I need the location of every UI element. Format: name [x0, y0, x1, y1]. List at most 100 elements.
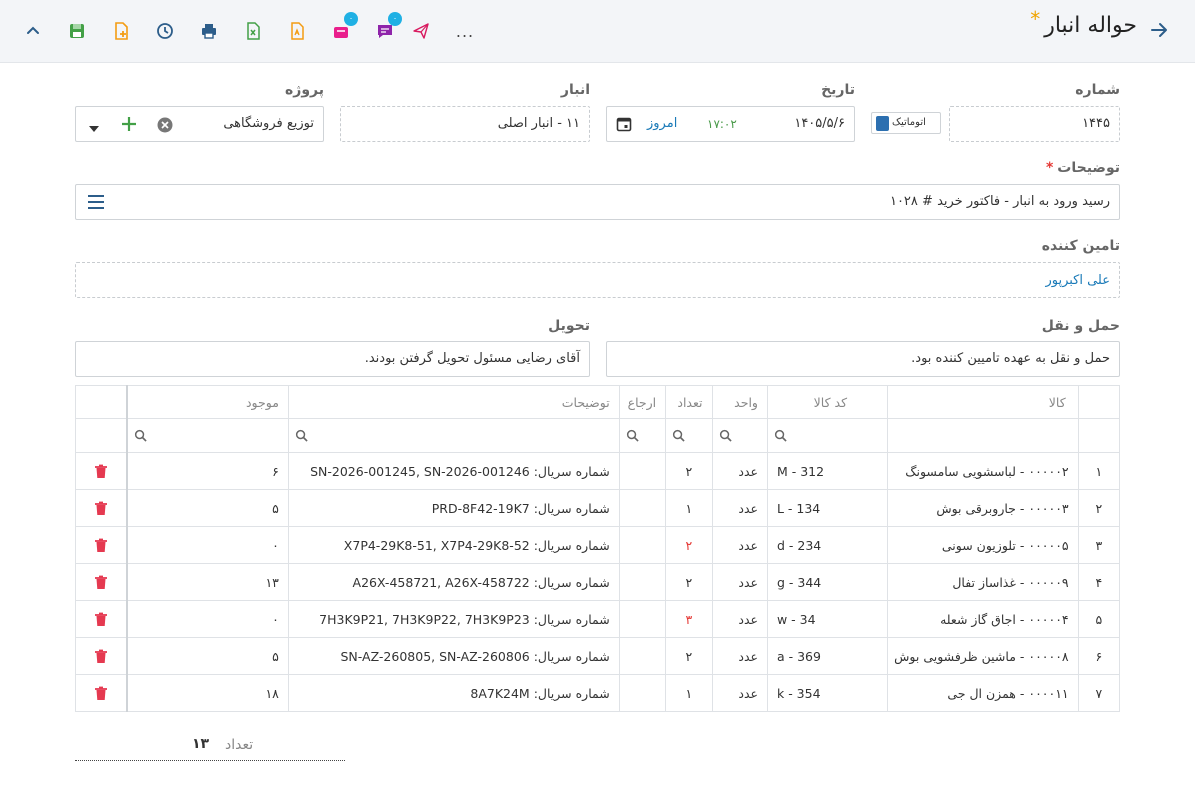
filter-desc[interactable]	[287, 418, 620, 453]
comments-icon[interactable]: ۰	[372, 12, 402, 44]
row-ref[interactable]	[618, 563, 667, 601]
row-item[interactable]: ۰۰۰۰۰۴ - اجاق گاز شعله	[887, 600, 1079, 638]
row-stock: ۰	[126, 526, 289, 564]
row-qty[interactable]: ۱	[665, 489, 713, 527]
col-header-stock[interactable]: موجود	[126, 385, 289, 419]
delete-row-icon[interactable]	[75, 526, 128, 564]
filter-qty[interactable]	[665, 418, 713, 453]
new-document-icon[interactable]	[108, 18, 134, 44]
row-desc[interactable]: شماره سریال: X7P4-29K8-51, X7P4-29K8-52	[287, 526, 620, 564]
row-item[interactable]: ۰۰۰۰۰۲ - لباسشویی سامسونگ	[887, 452, 1079, 490]
row-desc[interactable]: شماره سریال: A26X-458721, A26X-458722	[287, 563, 620, 601]
table-row[interactable]: ۶ ۰۰۰۰۰۸ - ماشین ظرفشویی بوش a - 369 عدد ۲ شم…	[75, 637, 1121, 675]
row-ref[interactable]	[618, 637, 667, 675]
row-ref[interactable]	[618, 489, 667, 527]
description-field[interactable]: رسید ورود به انبار - فاکتور خرید # ۱۰۲۸	[75, 184, 1120, 220]
print-icon[interactable]	[196, 18, 222, 44]
delete-row-icon[interactable]	[75, 600, 128, 638]
dropdown-arrow-icon[interactable]	[89, 121, 99, 136]
col-header-code[interactable]: کد کالا	[766, 385, 889, 419]
page-title-text: حواله انبار	[1044, 13, 1137, 38]
row-stock: ۰	[126, 600, 289, 638]
table-row[interactable]: ۴ ۰۰۰۰۰۹ - غذاساز تفال g - 344 عدد ۲ شماره سر…	[75, 563, 1121, 601]
row-qty[interactable]: ۲	[665, 637, 713, 675]
send-icon[interactable]	[408, 18, 434, 44]
excel-export-icon[interactable]	[240, 18, 266, 44]
row-ref[interactable]	[618, 452, 667, 490]
history-clock-icon[interactable]	[152, 18, 178, 44]
row-desc[interactable]: شماره سریال: 8A7K24M	[287, 674, 620, 712]
delete-row-icon[interactable]	[75, 452, 128, 490]
row-desc[interactable]: شماره سریال: SN-AZ-260805, SN-AZ-260806	[287, 637, 620, 675]
collapse-chevron-icon[interactable]	[20, 18, 46, 44]
row-item[interactable]: ۰۰۰۰۰۵ - تلوزیون سونی	[887, 526, 1079, 564]
col-header-ref[interactable]: ارجاع	[618, 385, 667, 419]
auto-number-toggle[interactable]: اتوماتیک	[871, 112, 941, 134]
delete-row-icon[interactable]	[75, 489, 128, 527]
row-qty[interactable]: ۲	[665, 526, 713, 564]
date-field[interactable]: ۱۴۰۵/۵/۶ ۱۷:۰۲ امروز	[606, 106, 855, 142]
save-icon[interactable]	[64, 18, 90, 44]
supplier-field[interactable]: علی اکبرپور	[75, 262, 1120, 298]
row-desc[interactable]: شماره سریال: 7H3K9P21, 7H3K9P22, 7H3K9P2…	[287, 600, 620, 638]
row-ref[interactable]	[618, 600, 667, 638]
row-qty[interactable]: ۲	[665, 452, 713, 490]
number-field[interactable]: ۱۴۴۵	[949, 106, 1120, 142]
auto-checkbox[interactable]	[876, 116, 889, 131]
back-arrow-icon[interactable]	[1147, 18, 1171, 42]
today-link[interactable]: امروز	[647, 116, 677, 131]
table-row[interactable]: ۱ ۰۰۰۰۰۲ - لباسشویی سامسونگ M - 312 عدد ۲ شما…	[75, 452, 1121, 490]
delivery-field[interactable]: آقای رضایی مسئول تحویل گرفتن بودند.	[75, 341, 590, 377]
inbox-icon[interactable]: ۰	[328, 12, 358, 44]
col-header-qty[interactable]: تعداد	[665, 385, 713, 419]
row-code: w - 34	[766, 600, 889, 638]
warehouse-value: ۱۱ - انبار اصلی	[497, 116, 580, 131]
row-qty[interactable]: ۳	[665, 600, 713, 638]
row-unit: عدد	[711, 637, 768, 675]
row-stock: ۵	[126, 637, 289, 675]
row-qty[interactable]: ۱	[665, 674, 713, 712]
pdf-export-icon[interactable]	[284, 18, 310, 44]
table-body: ۱ ۰۰۰۰۰۲ - لباسشویی سامسونگ M - 312 عدد ۲ شما…	[75, 452, 1121, 712]
table-row[interactable]: ۵ ۰۰۰۰۰۴ - اجاق گاز شعله w - 34 عدد ۳ شماره س…	[75, 600, 1121, 638]
filter-stock[interactable]	[126, 418, 289, 453]
filter-unit[interactable]	[711, 418, 768, 453]
filter-cell-actions	[75, 418, 128, 453]
col-header-desc[interactable]: توضیحات	[287, 385, 620, 419]
filter-item[interactable]	[887, 418, 1079, 453]
inbox-badge: ۰	[344, 12, 358, 26]
row-item[interactable]: ۰۰۰۰۰۸ - ماشین ظرفشویی بوش	[887, 637, 1079, 675]
delete-row-icon[interactable]	[75, 637, 128, 675]
clear-icon[interactable]	[157, 117, 173, 137]
transport-field[interactable]: حمل و نقل به عهده تامیین کننده بود.	[606, 341, 1120, 377]
col-header-index	[1077, 385, 1121, 419]
row-qty[interactable]: ۲	[665, 563, 713, 601]
delete-row-icon[interactable]	[75, 674, 128, 712]
row-desc[interactable]: شماره سریال: SN-2026-001245, SN-2026-001…	[287, 452, 620, 490]
table-row[interactable]: ۷ ۰۰۰۰۱۱ - همزن ال جی k - 354 عدد ۱ شماره سری…	[75, 674, 1121, 712]
col-header-item[interactable]: کالا	[887, 385, 1079, 419]
table-row[interactable]: ۲ ۰۰۰۰۰۳ - جاروبرقی بوش L - 134 عدد ۱ شماره س…	[75, 489, 1121, 527]
row-item[interactable]: ۰۰۰۰۱۱ - همزن ال جی	[887, 674, 1079, 712]
delete-row-icon[interactable]	[75, 563, 128, 601]
warehouse-field[interactable]: ۱۱ - انبار اصلی	[340, 106, 590, 142]
date-value: ۱۴۰۵/۵/۶	[794, 116, 845, 131]
calendar-icon[interactable]	[616, 116, 632, 136]
auto-number-button[interactable]: اتوماتیک	[871, 112, 941, 134]
row-ref[interactable]	[618, 674, 667, 712]
row-ref[interactable]	[618, 526, 667, 564]
filter-code[interactable]	[766, 418, 889, 453]
row-item[interactable]: ۰۰۰۰۰۳ - جاروبرقی بوش	[887, 489, 1079, 527]
supplier-link[interactable]: علی اکبرپور	[1045, 273, 1110, 288]
add-icon[interactable]	[121, 116, 137, 136]
row-item[interactable]: ۰۰۰۰۰۹ - غذاساز تفال	[887, 563, 1079, 601]
more-options-icon[interactable]: ...	[452, 18, 478, 44]
row-code: k - 354	[766, 674, 889, 712]
hamburger-menu-icon[interactable]	[88, 195, 104, 213]
row-code: a - 369	[766, 637, 889, 675]
project-select[interactable]: توزیع فروشگاهی	[75, 106, 324, 142]
col-header-unit[interactable]: واحد	[711, 385, 768, 419]
row-desc[interactable]: شماره سریال: PRD-8F42-19K7	[287, 489, 620, 527]
filter-ref[interactable]	[618, 418, 667, 453]
table-row[interactable]: ۳ ۰۰۰۰۰۵ - تلوزیون سونی d - 234 عدد ۲ شماره س…	[75, 526, 1121, 564]
